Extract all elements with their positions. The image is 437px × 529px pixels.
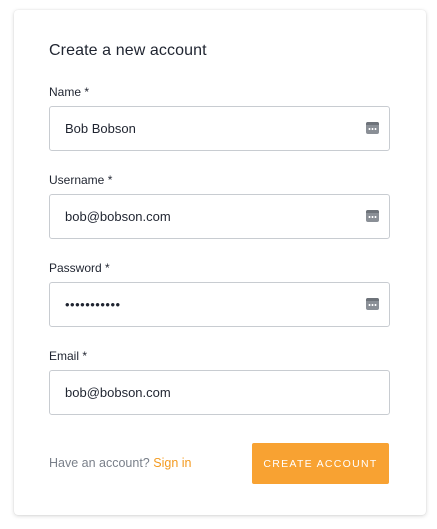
form-footer: Have an account? Sign in CREATE ACCOUNT: [49, 443, 390, 484]
name-input[interactable]: Bob Bobson: [49, 106, 390, 151]
signup-card: Create a new account Name * Bob Bobson U…: [14, 10, 426, 515]
password-input[interactable]: •••••••••••: [49, 282, 390, 327]
username-input[interactable]: bob@bobson.com: [49, 194, 390, 239]
email-label: Email *: [49, 349, 88, 363]
form-title: Create a new account: [49, 42, 207, 59]
email-input[interactable]: bob@bobson.com: [49, 370, 390, 415]
password-value: •••••••••••: [65, 297, 121, 312]
username-field: Username * bob@bobson.com: [49, 172, 391, 239]
name-field: Name * Bob Bobson: [49, 84, 391, 151]
name-label: Name *: [49, 85, 90, 99]
contact-card-icon[interactable]: [366, 210, 379, 222]
password-field: Password * •••••••••••: [49, 260, 391, 327]
contact-card-icon[interactable]: [366, 298, 379, 310]
email-value: bob@bobson.com: [65, 385, 171, 400]
signin-link[interactable]: Sign in: [153, 456, 191, 470]
name-value: Bob Bobson: [65, 121, 136, 136]
signin-prompt-text: Have an account?: [49, 456, 150, 470]
contact-card-icon[interactable]: [366, 122, 379, 134]
password-label: Password *: [49, 261, 110, 275]
username-label: Username *: [49, 173, 113, 187]
signin-prompt: Have an account? Sign in: [49, 456, 191, 470]
create-account-button[interactable]: CREATE ACCOUNT: [252, 443, 389, 484]
email-field: Email * bob@bobson.com: [49, 348, 391, 415]
username-value: bob@bobson.com: [65, 209, 171, 224]
